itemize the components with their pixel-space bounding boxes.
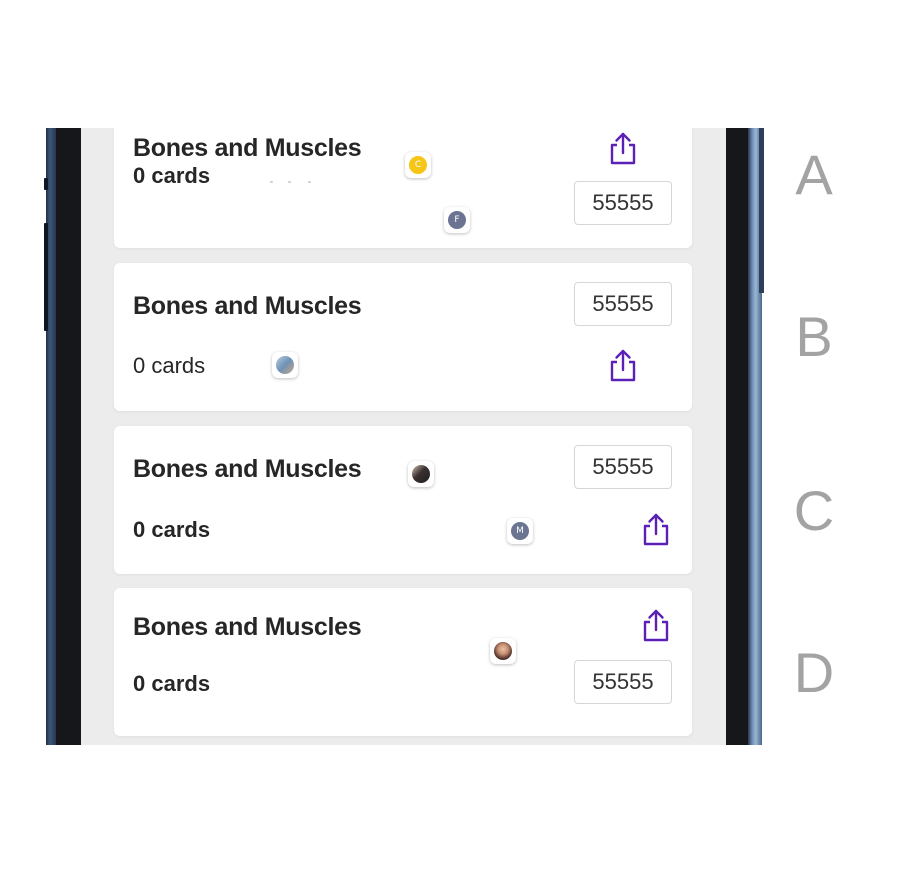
avatar-initial: F xyxy=(448,211,466,229)
collaborator-avatar: M xyxy=(507,518,533,544)
phone-bezel-left xyxy=(56,128,81,745)
deck-card-count: 0 cards xyxy=(133,671,211,696)
deck-card-count: 0 cards xyxy=(133,517,211,542)
option-label-d: D xyxy=(793,641,835,704)
collaborator-avatar xyxy=(408,461,434,487)
collaborator-avatar xyxy=(490,638,516,664)
option-label-c: C xyxy=(793,479,835,542)
share-icon[interactable] xyxy=(608,348,638,382)
deck-title: Bones and Muscles xyxy=(133,292,362,320)
avatar-initial: C xyxy=(409,156,427,174)
collaborator-avatar xyxy=(272,352,298,378)
share-icon[interactable] xyxy=(641,512,671,546)
phone-side-button xyxy=(44,223,48,331)
deck-title: Bones and Muscles xyxy=(133,134,362,162)
deck-card-count: 0 cards xyxy=(133,353,206,378)
option-label-a: A xyxy=(795,143,833,206)
divider-speck xyxy=(308,181,311,183)
deck-code-field[interactable]: 55555 xyxy=(574,282,672,326)
deck-title: Bones and Muscles xyxy=(133,455,362,483)
deck-title: Bones and Muscles xyxy=(133,613,362,641)
deck-card[interactable]: Bones and Muscles 0 cards 55555 xyxy=(114,588,692,736)
share-icon[interactable] xyxy=(641,608,671,642)
deck-card[interactable]: Bones and Muscles 0 cards 55555 xyxy=(114,426,692,574)
option-label-b: B xyxy=(795,305,833,368)
deck-card[interactable]: Bones and Muscles 0 cards 55555 xyxy=(114,128,692,248)
avatar-initial: M xyxy=(511,522,529,540)
deck-code-field[interactable]: 55555 xyxy=(574,445,672,489)
phone-bezel-right xyxy=(726,128,748,745)
phone-side-button xyxy=(759,128,764,293)
avatar-photo xyxy=(412,465,430,483)
share-icon[interactable] xyxy=(608,131,638,165)
stage: Bones and Muscles 0 cards 55555 Bones an… xyxy=(0,0,921,870)
collaborator-avatar: F xyxy=(444,207,470,233)
divider-speck xyxy=(288,181,291,183)
divider-speck xyxy=(270,181,273,183)
deck-code-field[interactable]: 55555 xyxy=(574,181,672,225)
collaborator-avatar: C xyxy=(405,152,431,178)
avatar-photo xyxy=(276,356,294,374)
phone-frame: Bones and Muscles 0 cards 55555 Bones an… xyxy=(44,128,764,745)
avatar-photo xyxy=(494,642,512,660)
phone-side-button xyxy=(44,178,48,190)
deck-card-count: 0 cards xyxy=(133,163,211,188)
phone-edge-left xyxy=(46,128,56,745)
deck-card[interactable]: Bones and Muscles 0 cards 55555 xyxy=(114,263,692,411)
deck-code-field[interactable]: 55555 xyxy=(574,660,672,704)
app-screen: Bones and Muscles 0 cards 55555 Bones an… xyxy=(81,128,726,745)
